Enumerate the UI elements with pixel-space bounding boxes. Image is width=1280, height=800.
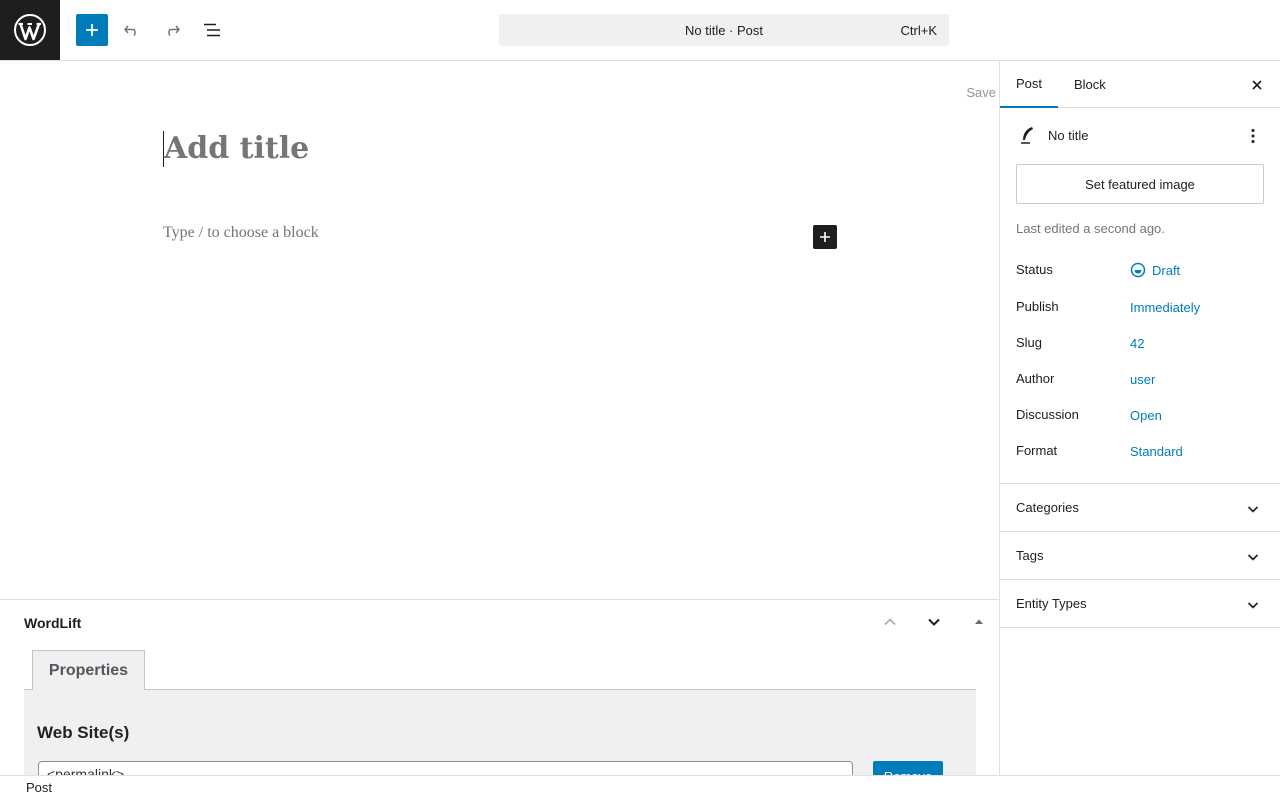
caret-up-icon [975, 619, 983, 624]
add-block-button[interactable] [76, 14, 108, 46]
set-featured-image-button[interactable]: Set featured image [1016, 164, 1264, 204]
undo-icon [124, 25, 136, 36]
wordpress-logo-icon[interactable] [0, 0, 60, 60]
status-value-text: Draft [1152, 262, 1181, 278]
close-icon [1252, 80, 1262, 90]
document-title: No title · Post [684, 22, 764, 38]
status-value[interactable]: Draft [1130, 262, 1180, 278]
metabox-title: WordLift [24, 615, 82, 631]
move-up-button[interactable] [878, 610, 902, 634]
chevron-down-icon [1241, 545, 1265, 569]
tab-properties[interactable]: Properties [32, 650, 145, 690]
wordlift-metabox: WordLift Properties Web Site(s) <permali… [0, 599, 999, 775]
panel-entity-types[interactable]: Entity Types [1000, 580, 1280, 628]
author-label: Author [1016, 371, 1055, 386]
discussion-value[interactable]: Open [1130, 408, 1162, 423]
publish-value[interactable]: Immediately [1130, 300, 1200, 315]
command-palette-bar[interactable]: No title · Post Ctrl+K [499, 14, 949, 46]
more-vertical-icon [1251, 129, 1255, 143]
properties-panel: Web Site(s) <permalink> Remove [24, 689, 976, 775]
move-down-button[interactable] [922, 610, 946, 634]
block-breadcrumb-footer: Post [0, 775, 1280, 800]
redo-icon [168, 25, 180, 36]
keyboard-shortcut: Ctrl+K [900, 23, 937, 38]
tab-post[interactable]: Post [1000, 61, 1059, 108]
remove-button[interactable]: Remove [873, 761, 943, 775]
last-edited-text: Last edited a second ago. [1016, 221, 1165, 236]
panel-tags[interactable]: Tags [1000, 532, 1280, 580]
editor-header: No title · Post Ctrl+K [0, 0, 1280, 61]
editor-canvas: Save Add title Type / to choose a block [0, 61, 999, 599]
draft-status-icon [1130, 262, 1146, 278]
section-title: Web Site(s) [37, 723, 130, 742]
inline-add-block-button[interactable] [813, 225, 837, 249]
save-draft-button[interactable]: Save [966, 85, 996, 100]
chevron-down-icon [1241, 593, 1265, 617]
chevron-down-icon [928, 618, 940, 626]
discussion-label: Discussion [1016, 407, 1079, 422]
settings-sidebar: Post Block No title Set featured image L… [999, 61, 1280, 775]
post-actions-button[interactable] [1241, 124, 1265, 148]
tab-block[interactable]: Block [1058, 61, 1122, 108]
post-card-title: No title [1048, 128, 1089, 143]
panel-categories[interactable]: Categories [1000, 484, 1280, 532]
document-overview-button[interactable] [196, 14, 228, 46]
close-sidebar-button[interactable] [1245, 73, 1269, 97]
sidebar-tabs: Post Block [1000, 61, 1280, 108]
plus-icon [86, 24, 98, 36]
chevron-up-icon [884, 618, 896, 626]
publish-label: Publish [1016, 299, 1059, 314]
panel-tags-label: Tags [1016, 548, 1044, 563]
slug-label: Slug [1016, 335, 1043, 350]
breadcrumb-post[interactable]: Post [26, 780, 52, 795]
slug-value[interactable]: 42 [1130, 336, 1144, 351]
author-value[interactable]: user [1130, 372, 1155, 387]
panel-entity-types-label: Entity Types [1016, 596, 1087, 611]
block-appender[interactable]: Type / to choose a block [163, 224, 319, 242]
panel-categories-label: Categories [1016, 500, 1079, 515]
post-feather-icon [1018, 125, 1038, 145]
plus-icon [820, 232, 830, 242]
status-label: Status [1016, 262, 1053, 277]
post-summary-panel: No title Set featured image Last edited … [1000, 108, 1280, 484]
document-overview-icon [204, 23, 220, 37]
format-value[interactable]: Standard [1130, 444, 1183, 459]
post-title-input[interactable]: Add title [163, 131, 309, 167]
redo-button[interactable] [156, 14, 188, 46]
toggle-panel-button[interactable] [967, 610, 991, 634]
chevron-down-icon [1241, 497, 1265, 521]
format-label: Format [1016, 443, 1058, 458]
website-input[interactable]: <permalink> [38, 761, 853, 775]
undo-button[interactable] [116, 14, 148, 46]
